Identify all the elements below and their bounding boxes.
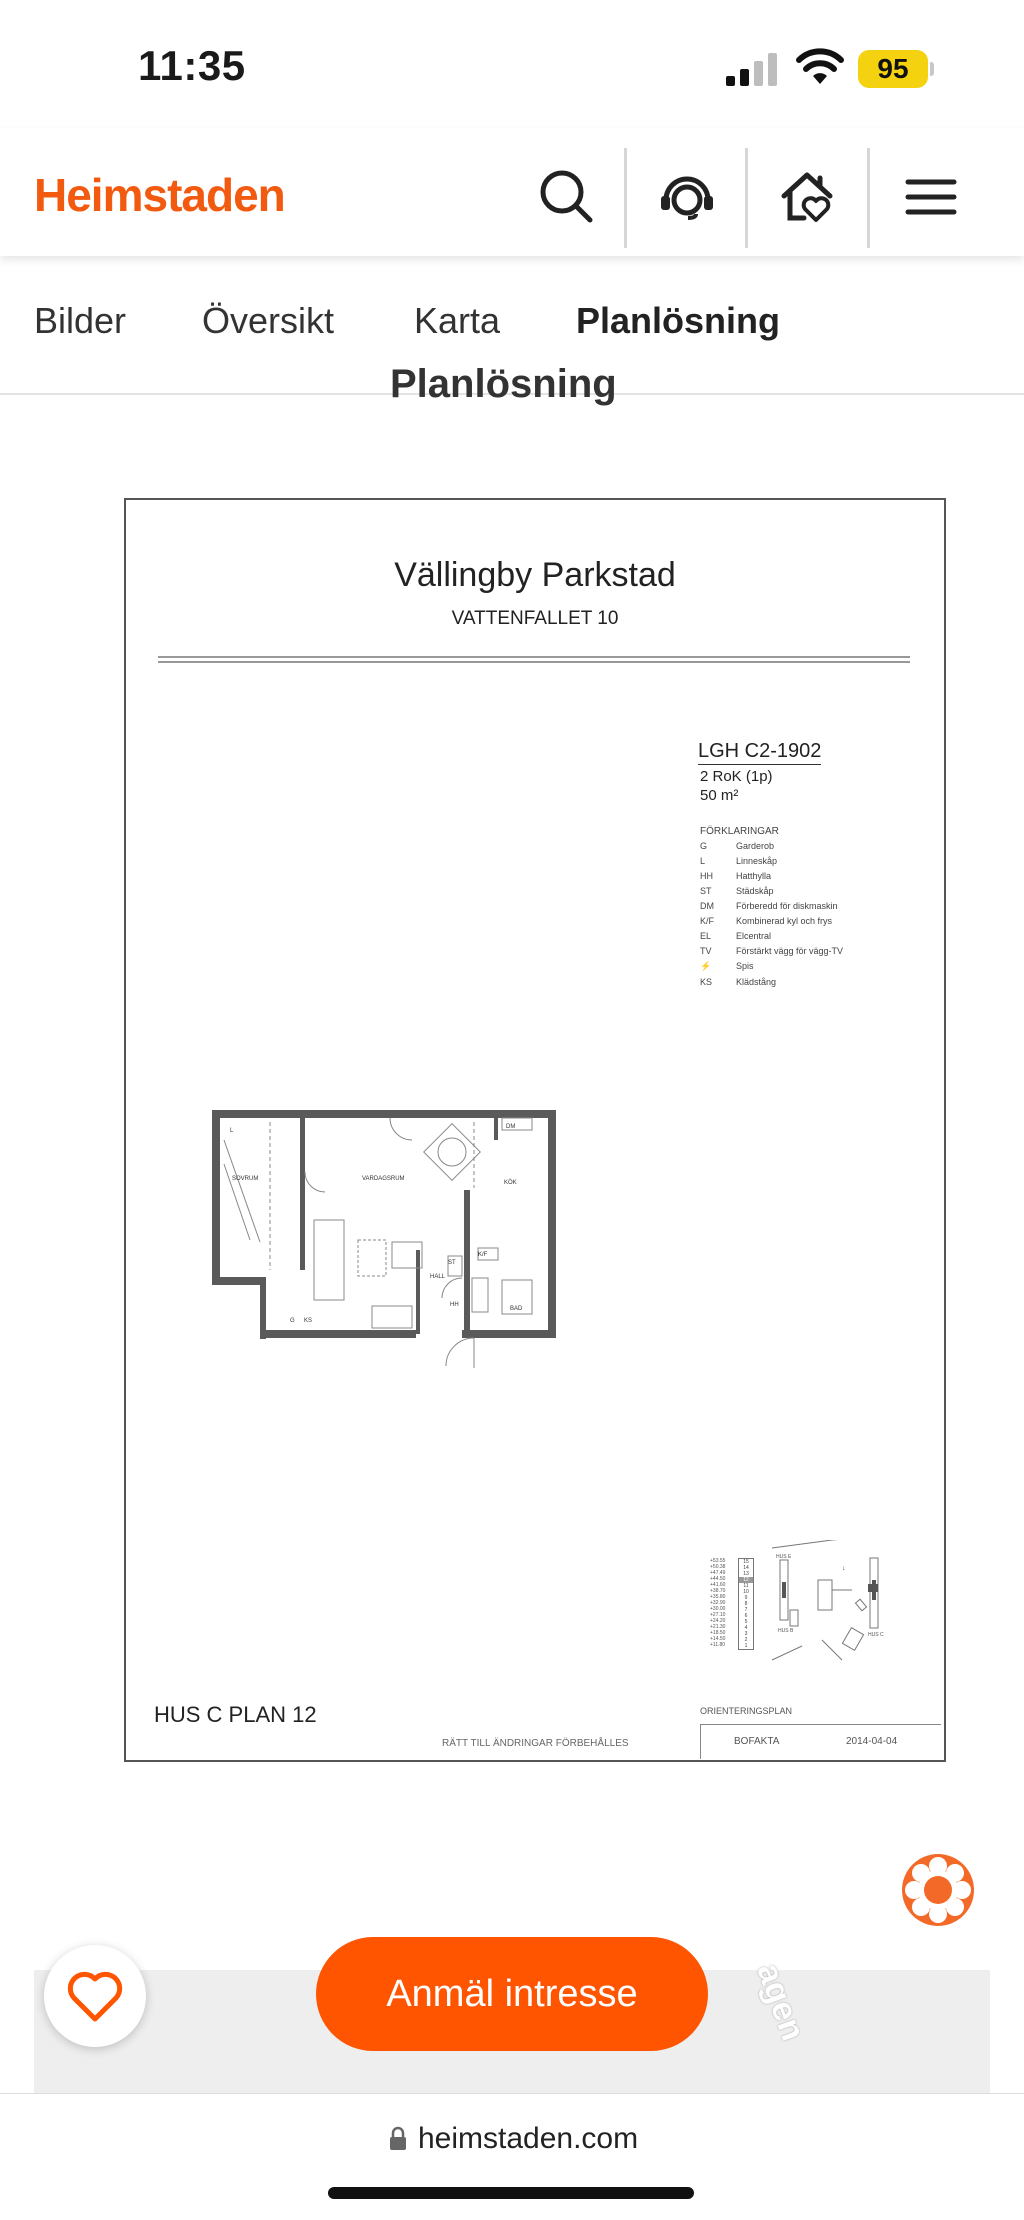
legend-item: KS Klädstång (700, 977, 777, 987)
legend-title: FÖRKLARINGAR (700, 826, 779, 837)
legend-item: DM Förberedd för diskmaskin (700, 901, 838, 911)
url-text[interactable]: heimstaden.com (418, 2122, 638, 2156)
svg-text:HUS E: HUS E (776, 1554, 792, 1560)
orientation-plan-label: ORIENTERINGSPLAN (700, 1706, 793, 1716)
legend-item: G Garderob (700, 841, 775, 851)
legend-item: ⚡ Spis (700, 961, 754, 971)
floor-plan-image[interactable]: Vällingby Parkstad VATTENFALLET 10 LGH C… (124, 498, 946, 1762)
svg-text:KS: KS (304, 1318, 312, 1324)
svg-text:↓: ↓ (842, 1565, 846, 1572)
plan-project-title: Vällingby Parkstad (394, 556, 676, 594)
register-interest-button[interactable]: Anmäl intresse (316, 1937, 708, 2051)
status-time: 11:35 (138, 42, 246, 89)
svg-text:HUS B: HUS B (778, 1628, 794, 1634)
tab-oversikt[interactable]: Översikt (202, 300, 334, 342)
floor-number-stack: 15 14 13 12 11 10 9 8 7 6 5 4 3 2 1 (738, 1558, 754, 1650)
customer-support-icon[interactable] (652, 162, 722, 232)
apartment-floor-plan-drawing: SOVRUM VARDAGSRUM KÖK HALL BAD K/F DM ST… (212, 1110, 556, 1368)
menu-icon[interactable] (896, 162, 966, 232)
legend-item: TV Förstärkt vägg för vägg-TV (700, 946, 844, 956)
svg-text:L: L (230, 1128, 234, 1134)
apartment-rooms: 2 RoK (1p) (700, 768, 773, 785)
legend-item: K/F Kombinerad kyl och frys (700, 916, 833, 926)
plan-address: VATTENFALLET 10 (451, 608, 619, 629)
section-heading: Planlösning (390, 368, 617, 406)
svg-text:SOVRUM: SOVRUM (232, 1176, 258, 1182)
legend-list: G Garderob L Linneskåp HH Hatthylla ST Städs… (700, 841, 900, 987)
brand-logo[interactable]: Heimstaden (34, 168, 286, 222)
apartment-id: LGH C2-1902 (698, 740, 822, 765)
legend-item: L Linneskåp (700, 856, 778, 866)
favorite-button[interactable] (44, 1945, 146, 2047)
legend-item: HH Hatthylla (700, 871, 772, 881)
disclaimer-text: RÄTT TILL ÄNDRINGAR FÖRBEHÅLLES (442, 1738, 629, 1749)
svg-text:HH: HH (450, 1302, 459, 1308)
svg-text:ST: ST (448, 1260, 456, 1266)
browser-url-bar[interactable] (0, 2093, 1024, 2220)
battery-indicator: 95 (858, 50, 928, 88)
heart-icon (67, 1971, 123, 2022)
search-icon[interactable] (532, 162, 602, 232)
wifi-icon (796, 48, 844, 84)
site-orientation-map: ↓ HUS E HUS B HUS C (771, 1540, 884, 1661)
svg-text:VARDAGSRUM: VARDAGSRUM (362, 1176, 405, 1182)
svg-text:DM: DM (506, 1124, 515, 1130)
title-rule (158, 656, 910, 658)
header-divider (745, 148, 748, 248)
favorite-homes-icon[interactable] (772, 162, 842, 232)
svg-text:K/F: K/F (478, 1252, 488, 1258)
header-divider (624, 148, 627, 248)
chat-widget-icon[interactable] (900, 1852, 976, 1928)
svg-text:HALL: HALL (430, 1274, 446, 1280)
svg-text:KÖK: KÖK (504, 1179, 517, 1186)
tab-planlosning[interactable]: Planlösning (576, 300, 780, 342)
cellular-signal-icon (726, 53, 777, 86)
lock-icon (390, 2126, 406, 2150)
plan-date: 2014-04-04 (846, 1736, 898, 1747)
company-name: BOFAKTA (734, 1736, 780, 1747)
svg-text:BAD: BAD (510, 1306, 523, 1312)
apartment-area: 50 m² (700, 787, 739, 804)
svg-text:HUS C: HUS C (868, 1632, 884, 1638)
battery-tip (930, 62, 934, 76)
house-plan-label: HUS C PLAN 12 (154, 1702, 317, 1727)
tab-karta[interactable]: Karta (414, 300, 500, 342)
legend-item: EL Elcentral (700, 931, 772, 941)
header-divider (867, 148, 870, 248)
floor-level-list: +53.55 +50.38 +47.49 +44.50 +41.60 +38.70 +35.… (710, 1558, 726, 1648)
svg-text:G: G (290, 1318, 295, 1324)
tab-bilder[interactable]: Bilder (34, 300, 126, 342)
title-rule (158, 661, 910, 663)
legend-item: ST Städskåp (700, 886, 774, 896)
home-indicator (328, 2187, 694, 2199)
